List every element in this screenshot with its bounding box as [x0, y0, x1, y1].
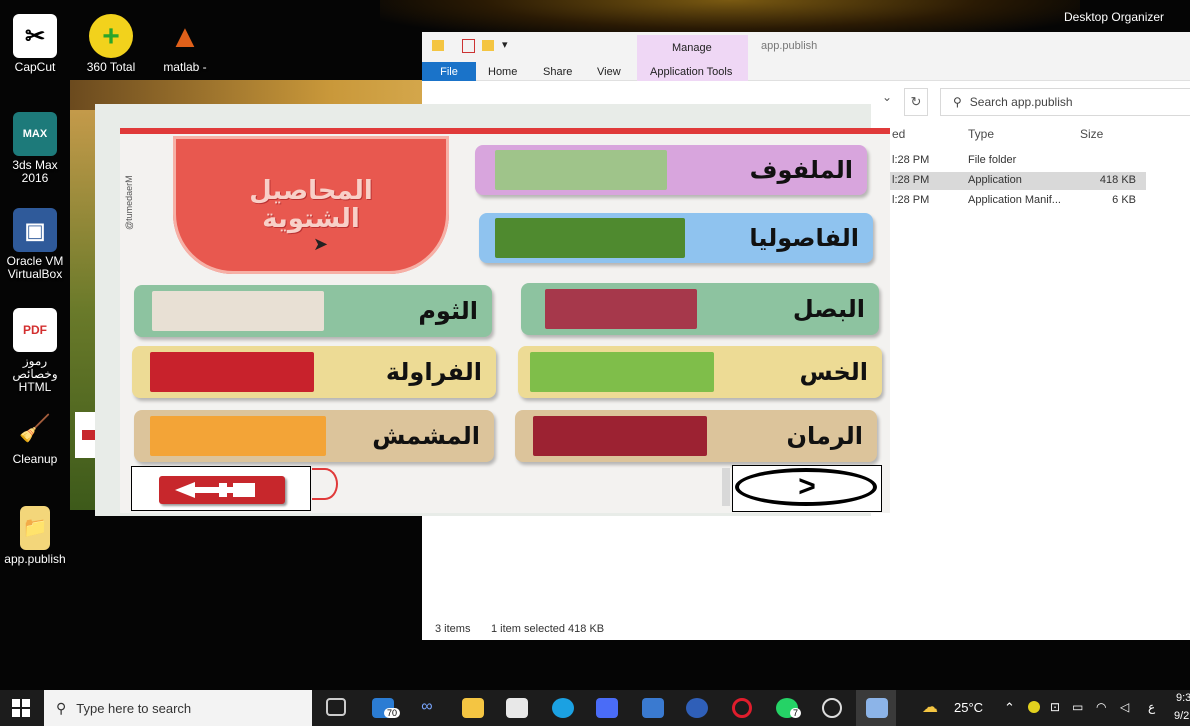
shield-plus-icon: +	[89, 14, 133, 58]
status-selection: 1 item selected 418 KB	[491, 623, 605, 635]
matlab-icon: ▲	[169, 17, 201, 54]
edge-icon[interactable]	[552, 698, 574, 718]
desktop-icon-app-publish[interactable]: 📁 app.publish	[0, 506, 70, 566]
desktop-icon-pdf-html[interactable]: PDF رموز وخصائص HTML	[0, 308, 70, 394]
tab-view[interactable]: View	[597, 66, 621, 78]
crop-card-lettuce[interactable]: الخس	[518, 346, 882, 398]
crop-card-beans[interactable]: الفاصوليا	[479, 213, 873, 263]
desktop-icon-360-total-security[interactable]: + 360 Total Security	[76, 14, 146, 74]
tray-chevron-icon[interactable]: ⌃	[1004, 700, 1015, 716]
decorative-arc	[312, 468, 338, 500]
recorder-icon[interactable]	[822, 698, 842, 718]
column-size[interactable]: Size	[1080, 127, 1103, 141]
whatsapp-badge: 7	[790, 708, 802, 718]
decorative-shadow	[722, 468, 730, 506]
search-icon: ⚲	[953, 95, 962, 109]
wifi-icon[interactable]: ◠	[1096, 700, 1106, 714]
task-view-icon[interactable]	[326, 698, 346, 716]
pdf-icon: PDF	[13, 308, 57, 352]
desktop-icon-3ds-max[interactable]: MAX 3ds Max 2016	[0, 112, 70, 185]
mouse-cursor-icon: ➤	[313, 234, 329, 254]
search-icon: ⚲	[56, 699, 67, 716]
pomegranate-image	[533, 416, 707, 456]
file-row[interactable]: l:28 PM File folder	[884, 152, 1146, 170]
explorer-ribbon: ▾ Manage app.publish File Home Share Vie…	[422, 32, 1190, 81]
taskbar-search-input[interactable]: ⚲ Type here to search	[44, 690, 312, 726]
beans-image	[495, 218, 685, 258]
tab-file[interactable]: File	[422, 62, 476, 81]
desktop-icon-virtualbox[interactable]: ▣ Oracle VM VirtualBox	[0, 208, 70, 281]
folder-icon[interactable]	[432, 40, 444, 51]
opera-icon[interactable]	[732, 698, 752, 718]
desktop-organizer-label: Desktop Organizer	[1064, 10, 1165, 24]
back-button[interactable]	[131, 466, 311, 511]
active-app-icon[interactable]	[866, 698, 888, 718]
clock-date[interactable]: 9/2	[1174, 710, 1189, 722]
apricot-image	[150, 416, 326, 456]
crop-card-apricot[interactable]: المشمش	[134, 410, 494, 462]
garlic-image	[152, 291, 324, 331]
column-type[interactable]: Type	[968, 127, 994, 141]
background-arrow-fragment	[82, 430, 96, 440]
next-arrow-icon: >	[798, 470, 816, 503]
crop-card-pomegranate[interactable]: الرمان	[515, 410, 877, 462]
back-arrow-icon	[159, 476, 285, 504]
file-row-selected[interactable]: l:28 PM Application 418 KB	[884, 172, 1146, 190]
weather-icon[interactable]: ☁	[922, 697, 938, 717]
app-window-icon[interactable]	[642, 698, 664, 718]
clock-time[interactable]: 9:3	[1176, 692, 1190, 704]
crop-card-strawberry[interactable]: الفراولة	[132, 346, 496, 398]
refresh-icon[interactable]: ↻	[904, 88, 928, 116]
page-title-card: المحاصيل الشتوية	[173, 136, 449, 274]
lettuce-image	[530, 352, 714, 392]
properties-icon[interactable]	[462, 39, 475, 53]
file-row[interactable]: l:28 PM Application Manif... 6 KB	[884, 192, 1146, 210]
visual-studio-icon[interactable]	[596, 698, 618, 718]
tray-camera-icon[interactable]: ▭	[1072, 700, 1083, 714]
mail-badge: 70	[384, 708, 401, 718]
manage-tab[interactable]: Manage	[672, 42, 712, 54]
next-button[interactable]: >	[732, 465, 882, 512]
tab-home[interactable]: Home	[488, 66, 517, 78]
tray-app-icon[interactable]	[1028, 701, 1040, 713]
search-input[interactable]: ⚲ Search app.publish	[940, 88, 1190, 116]
tab-share[interactable]: Share	[543, 66, 572, 78]
address-dropdown-icon[interactable]: ⌄	[882, 90, 902, 112]
language-indicator[interactable]: ع	[1148, 700, 1155, 714]
watermark-text: @tumedaerM	[124, 175, 134, 230]
strawberry-image	[150, 352, 314, 392]
3ds-max-icon: MAX	[13, 112, 57, 156]
desktop-icon-cleanup[interactable]: 🧹 Cleanup	[0, 406, 70, 466]
tab-application-tools[interactable]: Application Tools	[650, 66, 732, 78]
folder-icon: 📁	[20, 506, 50, 550]
broom-icon: 🧹	[18, 412, 52, 443]
cabbage-image	[495, 150, 667, 190]
capcut-icon: ✂	[13, 14, 57, 58]
tray-device-icon[interactable]: ⊡	[1050, 700, 1060, 714]
file-explorer-icon[interactable]	[462, 698, 484, 718]
column-date[interactable]: ed	[892, 127, 905, 141]
virtualbox-icon: ▣	[13, 208, 57, 252]
app-plus-icon[interactable]	[686, 698, 708, 718]
crop-card-cabbage[interactable]: الملفوف	[475, 145, 867, 195]
crop-card-onion[interactable]: البصل	[521, 283, 879, 335]
windows-start-icon[interactable]	[12, 699, 30, 717]
window-title: app.publish	[761, 40, 818, 52]
status-item-count: 3 items	[435, 623, 471, 635]
onion-image	[545, 289, 697, 329]
page-title-line1: المحاصيل	[249, 176, 373, 206]
desktop-icon-matlab[interactable]: ▲ matlab - Shortcut	[150, 14, 220, 75]
infinity-icon[interactable]: ∞	[416, 698, 438, 718]
quick-access-dropdown-icon[interactable]: ▾	[502, 38, 508, 51]
page-title-line2: الشتوية	[262, 204, 360, 234]
desktop-icon-capcut[interactable]: ✂ CapCut	[0, 14, 70, 74]
store-icon[interactable]	[506, 698, 528, 718]
crop-card-garlic[interactable]: الثوم	[134, 285, 492, 337]
new-folder-icon[interactable]	[482, 40, 494, 51]
volume-icon[interactable]: ◁	[1120, 700, 1129, 714]
weather-temp[interactable]: 25°C	[954, 700, 983, 715]
